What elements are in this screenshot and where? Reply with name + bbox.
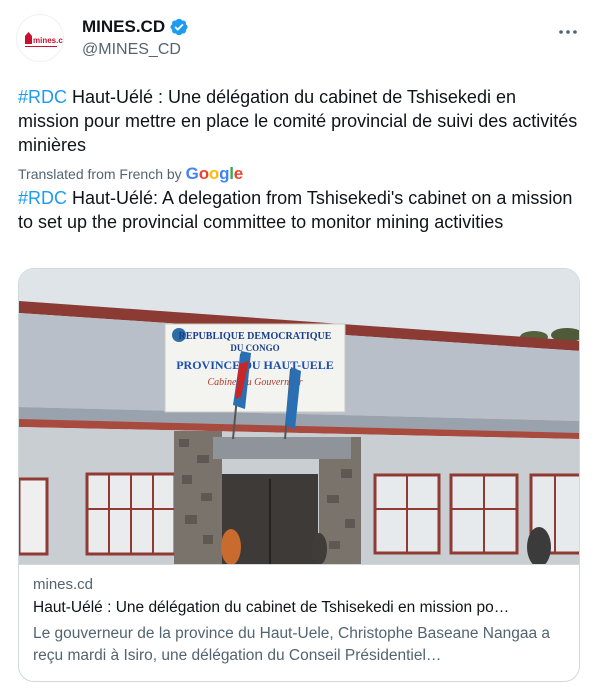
tweet-original-body: Haut-Uélé : Une délégation du cabinet de… [18,87,578,155]
mines-cd-logo: mines.cd [25,32,64,47]
verified-badge-icon [170,18,188,36]
translation-label: Translated from French by [18,166,182,182]
account-names: MINES.CD @MINES_CD [82,16,189,59]
card-title: Haut-Uélé : Une délégation du cabinet de… [33,599,510,616]
svg-text:mines.cd: mines.cd [33,36,64,45]
tweet-translated-body: Haut-Uélé: A delegation from Tshisekedi'… [18,188,573,232]
tweet-text-translated: #RDC Haut-Uélé: A delegation from Tshise… [18,186,580,234]
card-description: Le gouverneur de la province du Haut-Uel… [33,625,551,664]
hashtag-link[interactable]: #RDC [18,87,67,107]
svg-text:Cabinet du Gouverneur: Cabinet du Gouverneur [208,377,303,388]
tweet-text-original: #RDC Haut-Uélé : Une délégation du cabin… [18,85,580,157]
handle[interactable]: @MINES_CD [82,41,189,59]
hashtag-link[interactable]: #RDC [18,188,67,208]
card-image[interactable]: REPUBLIQUE DEMOCRATIQUE DU CONGO PROVINC… [19,269,580,564]
card-domain: mines.cd [33,576,94,593]
svg-text:PROVINCE DU HAUT-UELE: PROVINCE DU HAUT-UELE [176,358,334,372]
svg-text:DU CONGO: DU CONGO [230,343,279,353]
translation-attribution: Translated from French by Google [18,164,243,184]
google-logo: Google [185,164,244,183]
more-options-icon[interactable] [556,20,580,44]
avatar[interactable]: mines.cd [16,14,64,62]
tweet: mines.cd MINES.CD @MINES_CD #RDC Haut-Ué… [0,0,598,696]
svg-text:REPUBLIQUE DEMOCRATIQUE: REPUBLIQUE DEMOCRATIQUE [179,331,332,342]
card-meta[interactable]: mines.cd Haut-Uélé : Une délégation du c… [19,564,579,681]
link-card[interactable]: REPUBLIQUE DEMOCRATIQUE DU CONGO PROVINC… [18,268,580,682]
display-name[interactable]: MINES.CD [82,17,165,37]
tweet-header: mines.cd MINES.CD @MINES_CD [16,14,582,64]
display-name-row: MINES.CD [82,16,189,38]
